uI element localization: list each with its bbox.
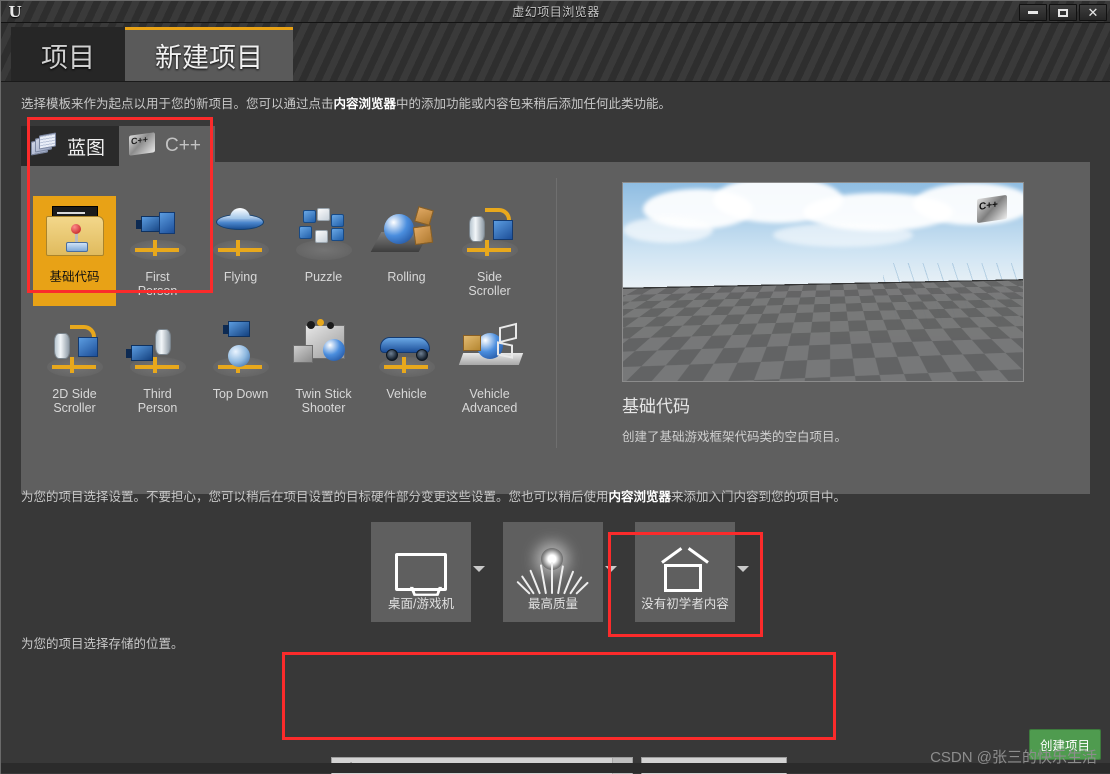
tab-new-project[interactable]: 新建项目 — [125, 27, 293, 81]
category-blueprint[interactable]: 蓝图 — [21, 126, 120, 166]
project-browser-window: U 虚幻项目浏览器 ✕ 项目 新建项目 选择模板来作为起点以用于您的新项目。您可… — [0, 0, 1110, 774]
top-down-icon — [206, 319, 276, 383]
template-label: Third Person — [137, 387, 178, 416]
template-label: Top Down — [212, 387, 269, 401]
twin-stick-shooter-icon — [289, 319, 359, 383]
chevron-down-icon[interactable] — [473, 566, 485, 572]
template-label: 2D Side Scroller — [52, 387, 97, 416]
vehicle-icon — [372, 319, 442, 383]
tab-bar: 项目 新建项目 — [1, 23, 1110, 82]
template-tile-first-person[interactable]: First Person — [116, 196, 199, 306]
setting-starter-content[interactable]: 没有初学者内容 — [635, 522, 749, 622]
template-tile-rolling[interactable]: Rolling — [365, 196, 448, 306]
horizon-grid — [883, 263, 1023, 323]
template-label: 基础代码 — [49, 270, 100, 284]
third-person-icon — [123, 319, 193, 383]
template-label: Rolling — [387, 270, 426, 284]
template-category-bar: 蓝图 C++ — [21, 126, 215, 166]
category-cpp[interactable]: C++ — [119, 126, 215, 166]
side-scroller-icon — [455, 202, 525, 266]
title-bar: U 虚幻项目浏览器 ✕ — [1, 1, 1110, 23]
maximize-icon — [1058, 8, 1068, 17]
2d-side-scroller-icon — [40, 319, 110, 383]
template-tile-flying[interactable]: Flying — [199, 196, 282, 306]
close-icon: ✕ — [1087, 5, 1099, 20]
cpp-icon — [129, 132, 157, 158]
category-blueprint-label: 蓝图 — [67, 137, 106, 159]
project-settings-row: 桌面/游戏机 最高质量 没有初学者内容 — [371, 522, 749, 622]
template-tile-side-scroller[interactable]: Side Scroller — [448, 196, 531, 306]
template-label: First Person — [137, 270, 178, 299]
page-body: 选择模板来作为起点以用于您的新项目。您可以通过点击内容浏览器中的添加功能或内容包… — [1, 82, 1110, 774]
setting-label: 最高质量 — [527, 597, 578, 611]
template-panel: 基础代码 First Person Flying Puzzle Rolling … — [21, 162, 1090, 494]
setting-quality[interactable]: 最高质量 — [503, 522, 617, 622]
starter-content-box-icon — [661, 544, 709, 600]
tab-projects[interactable]: 项目 — [11, 27, 125, 81]
preview-title: 基础代码 — [622, 397, 690, 416]
template-label: Vehicle Advanced — [461, 387, 518, 416]
template-tile-2d-side-scroller[interactable]: 2D Side Scroller — [33, 313, 116, 423]
category-cpp-label: C++ — [165, 135, 201, 156]
panel-divider — [556, 178, 557, 448]
quality-grass-icon — [516, 544, 589, 600]
template-hint-emphasis: 内容浏览器 — [333, 97, 397, 111]
template-label: Flying — [223, 270, 258, 284]
template-label: Vehicle — [386, 387, 427, 401]
flying-icon — [206, 202, 276, 266]
maximize-button[interactable] — [1049, 4, 1077, 21]
settings-hint-c: 来添加入门内容到您的项目中。 — [671, 490, 847, 504]
bottom-bar — [1, 763, 1110, 773]
preview-description: 创建了基础游戏框架代码类的空白项目。 — [622, 430, 848, 444]
settings-hint: 为您的项目选择设置。不要担心，您可以稍后在项目设置的目标硬件部分变更这些设置。您… — [21, 490, 846, 505]
setting-label: 没有初学者内容 — [641, 597, 729, 611]
template-hint-c: 中的添加功能或内容包来稍后添加任何此类功能。 — [396, 97, 672, 111]
template-preview-image — [622, 182, 1024, 382]
setting-target-hardware[interactable]: 桌面/游戏机 — [371, 522, 485, 622]
template-tile-top-down[interactable]: Top Down — [199, 313, 282, 423]
template-tile-basic-code[interactable]: 基础代码 — [33, 196, 116, 306]
location-hint: 为您的项目选择存储的位置。 — [21, 637, 184, 651]
monitor-icon — [395, 544, 447, 600]
template-tile-third-person[interactable]: Third Person — [116, 313, 199, 423]
puzzle-icon — [289, 202, 359, 266]
template-tile-twin-stick-shooter[interactable]: Twin Stick Shooter — [282, 313, 365, 423]
minimize-icon — [1028, 11, 1038, 14]
rolling-icon — [370, 202, 442, 266]
template-hint: 选择模板来作为起点以用于您的新项目。您可以通过点击内容浏览器中的添加功能或内容包… — [21, 97, 671, 112]
minimize-button[interactable] — [1019, 4, 1047, 21]
settings-hint-emphasis: 内容浏览器 — [608, 490, 672, 504]
template-hint-a: 选择模板来作为起点以用于您的新项目。您可以通过点击 — [21, 97, 334, 111]
blueprint-icon — [31, 132, 59, 158]
create-project-button[interactable]: 创建项目 — [1028, 729, 1101, 760]
template-label: Puzzle — [304, 270, 343, 284]
chevron-down-icon[interactable] — [605, 566, 617, 572]
window-title: 虚幻项目浏览器 — [512, 5, 600, 19]
close-button[interactable]: ✕ — [1079, 4, 1107, 21]
first-person-icon — [123, 202, 193, 266]
template-tile-vehicle-advanced[interactable]: Vehicle Advanced — [448, 313, 531, 423]
blank-code-icon — [40, 202, 110, 266]
vehicle-advanced-icon — [455, 319, 525, 383]
template-tile-vehicle[interactable]: Vehicle — [365, 313, 448, 423]
template-grid: 基础代码 First Person Flying Puzzle Rolling … — [33, 196, 555, 481]
template-label: Side Scroller — [468, 270, 511, 299]
settings-hint-a: 为您的项目选择设置。不要担心，您可以稍后在项目设置的目标硬件部分变更这些设置。您… — [21, 490, 609, 504]
setting-label: 桌面/游戏机 — [388, 597, 454, 611]
template-tile-puzzle[interactable]: Puzzle — [282, 196, 365, 306]
cpp-badge-icon — [977, 194, 1007, 224]
window-controls: ✕ — [1019, 4, 1107, 21]
template-label: Twin Stick Shooter — [295, 387, 352, 416]
chevron-down-icon[interactable] — [737, 566, 749, 572]
